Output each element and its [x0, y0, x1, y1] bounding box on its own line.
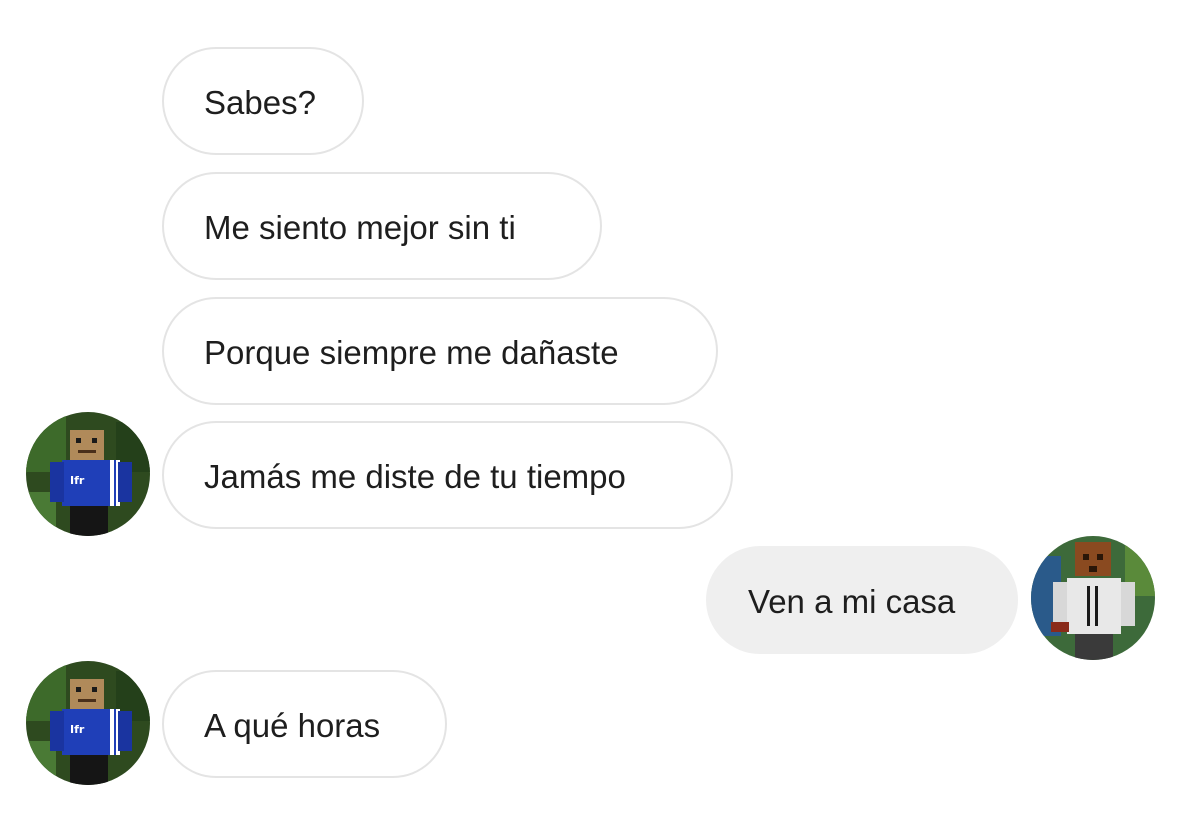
contact-avatar[interactable]: Ifr [26, 661, 150, 785]
contact-avatar[interactable]: Ifr [26, 412, 150, 536]
message-text: Me siento mejor sin ti [204, 209, 516, 246]
minecraft-skin-blue-avatar-icon: Ifr [26, 412, 150, 536]
message-text: Porque siempre me dañaste [204, 334, 619, 371]
message-bubble-incoming[interactable]: Porque siempre me dañaste [162, 297, 718, 405]
my-avatar[interactable] [1031, 536, 1155, 660]
message-bubble-incoming[interactable]: Jamás me diste de tu tiempo [162, 421, 733, 529]
message-text: Sabes? [204, 84, 316, 121]
message-bubble-outgoing[interactable]: Ven a mi casa [706, 546, 1018, 654]
message-bubble-incoming[interactable]: A qué horas [162, 670, 447, 778]
minecraft-skin-white-avatar-icon [1031, 536, 1155, 660]
chat-thread: Sabes? Me siento mejor sin ti Porque sie… [0, 0, 1200, 825]
minecraft-skin-blue-avatar-icon: Ifr [26, 661, 150, 785]
message-text: Ven a mi casa [748, 583, 956, 620]
svg-text:Ifr: Ifr [70, 474, 85, 487]
svg-text:Ifr: Ifr [70, 723, 85, 736]
message-bubble-incoming[interactable]: Me siento mejor sin ti [162, 172, 602, 280]
message-text: Jamás me diste de tu tiempo [204, 458, 626, 495]
message-bubble-incoming[interactable]: Sabes? [162, 47, 364, 155]
message-text: A qué horas [204, 707, 381, 744]
